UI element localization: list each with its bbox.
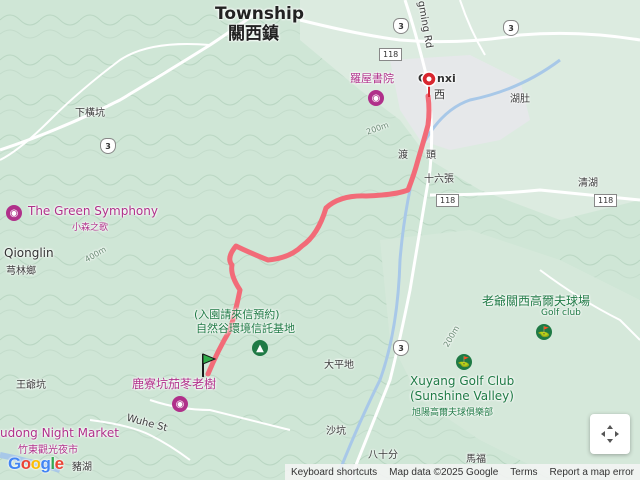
place-qionglin: Qionglin bbox=[4, 246, 54, 260]
road-shield-3: 3 bbox=[503, 20, 519, 36]
road-shield-3: 3 bbox=[393, 18, 409, 34]
place-qionglin-zh: 芎林鄉 bbox=[6, 266, 36, 277]
poi-reserve[interactable]: 自然谷環境信託基地 bbox=[196, 320, 295, 336]
golf-icon[interactable]: ⛳ bbox=[456, 354, 472, 370]
place-hushi: 湖肚 bbox=[510, 94, 530, 105]
place-bashifen: 八十分 bbox=[368, 450, 398, 461]
camera-icon[interactable]: ◉ bbox=[6, 205, 22, 221]
red-pin-icon[interactable] bbox=[420, 70, 438, 98]
poi-night-market[interactable]: udong Night Market bbox=[0, 426, 119, 440]
tree-icon[interactable]: ▲ bbox=[252, 340, 268, 356]
place-shakeng: 沙坑 bbox=[326, 426, 346, 437]
road-shield-3: 3 bbox=[100, 138, 116, 154]
place-dujiaotou-2: 頭 bbox=[426, 150, 436, 161]
report-error-link[interactable]: Report a map error bbox=[550, 467, 634, 478]
poi-green-symphony[interactable]: The Green Symphony bbox=[28, 204, 158, 218]
poi-xuyang-golf-zh: 旭陽高爾夫球俱樂部 bbox=[412, 408, 494, 418]
road-shield-118: 118 bbox=[379, 48, 403, 61]
keyboard-shortcuts-link[interactable]: Keyboard shortcuts bbox=[291, 467, 377, 478]
place-zhuhu: 豬湖 bbox=[72, 462, 92, 473]
place-wangchuankeng: 王爺坑 bbox=[16, 380, 46, 391]
poi-green-symphony-zh: 小森之歌 bbox=[72, 223, 109, 233]
google-logo: Google bbox=[8, 454, 64, 473]
camera-icon[interactable]: ◉ bbox=[172, 396, 188, 412]
place-qinghu: 清湖 bbox=[578, 178, 598, 189]
place-mafu: 馬福 bbox=[466, 454, 486, 465]
road-shield-118: 118 bbox=[436, 194, 460, 207]
road-shield-3: 3 bbox=[393, 340, 409, 356]
terms-link[interactable]: Terms bbox=[510, 467, 537, 478]
map-data-text: Map data ©2025 Google bbox=[389, 466, 499, 478]
place-xiaheng-keng: 下橫坑 bbox=[75, 108, 105, 119]
poi-golf-zh[interactable]: 老爺關西高爾夫球場 bbox=[482, 292, 590, 309]
place-dujiaotou-1: 渡 bbox=[398, 150, 408, 161]
township-zh-label: 關西鎮 bbox=[228, 24, 279, 44]
golf-icon[interactable]: ⛳ bbox=[536, 324, 552, 340]
place-shiliu-zhang: 十六張 bbox=[424, 174, 454, 185]
map-canvas[interactable] bbox=[0, 0, 640, 480]
recenter-icon bbox=[601, 425, 619, 443]
poi-xuyang-golf[interactable]: Xuyang Golf Club bbox=[410, 374, 514, 388]
place-taipingdi: 大平地 bbox=[324, 360, 354, 371]
map-footer: Keyboard shortcuts Map data ©2025 Google… bbox=[285, 464, 640, 480]
poi-luowu[interactable]: 羅屋書院 bbox=[350, 70, 394, 86]
poi-golf-en: Golf club bbox=[541, 308, 581, 318]
recenter-button[interactable] bbox=[590, 414, 630, 454]
poi-sunshine-valley: (Sunshine Valley) bbox=[410, 389, 514, 403]
township-label: Township bbox=[215, 4, 305, 24]
camera-icon[interactable]: ◉ bbox=[368, 90, 384, 106]
road-shield-118: 118 bbox=[594, 194, 618, 207]
poi-lujiaokeng-tree[interactable]: 鹿寮坑茄苳老樹 bbox=[132, 375, 216, 392]
